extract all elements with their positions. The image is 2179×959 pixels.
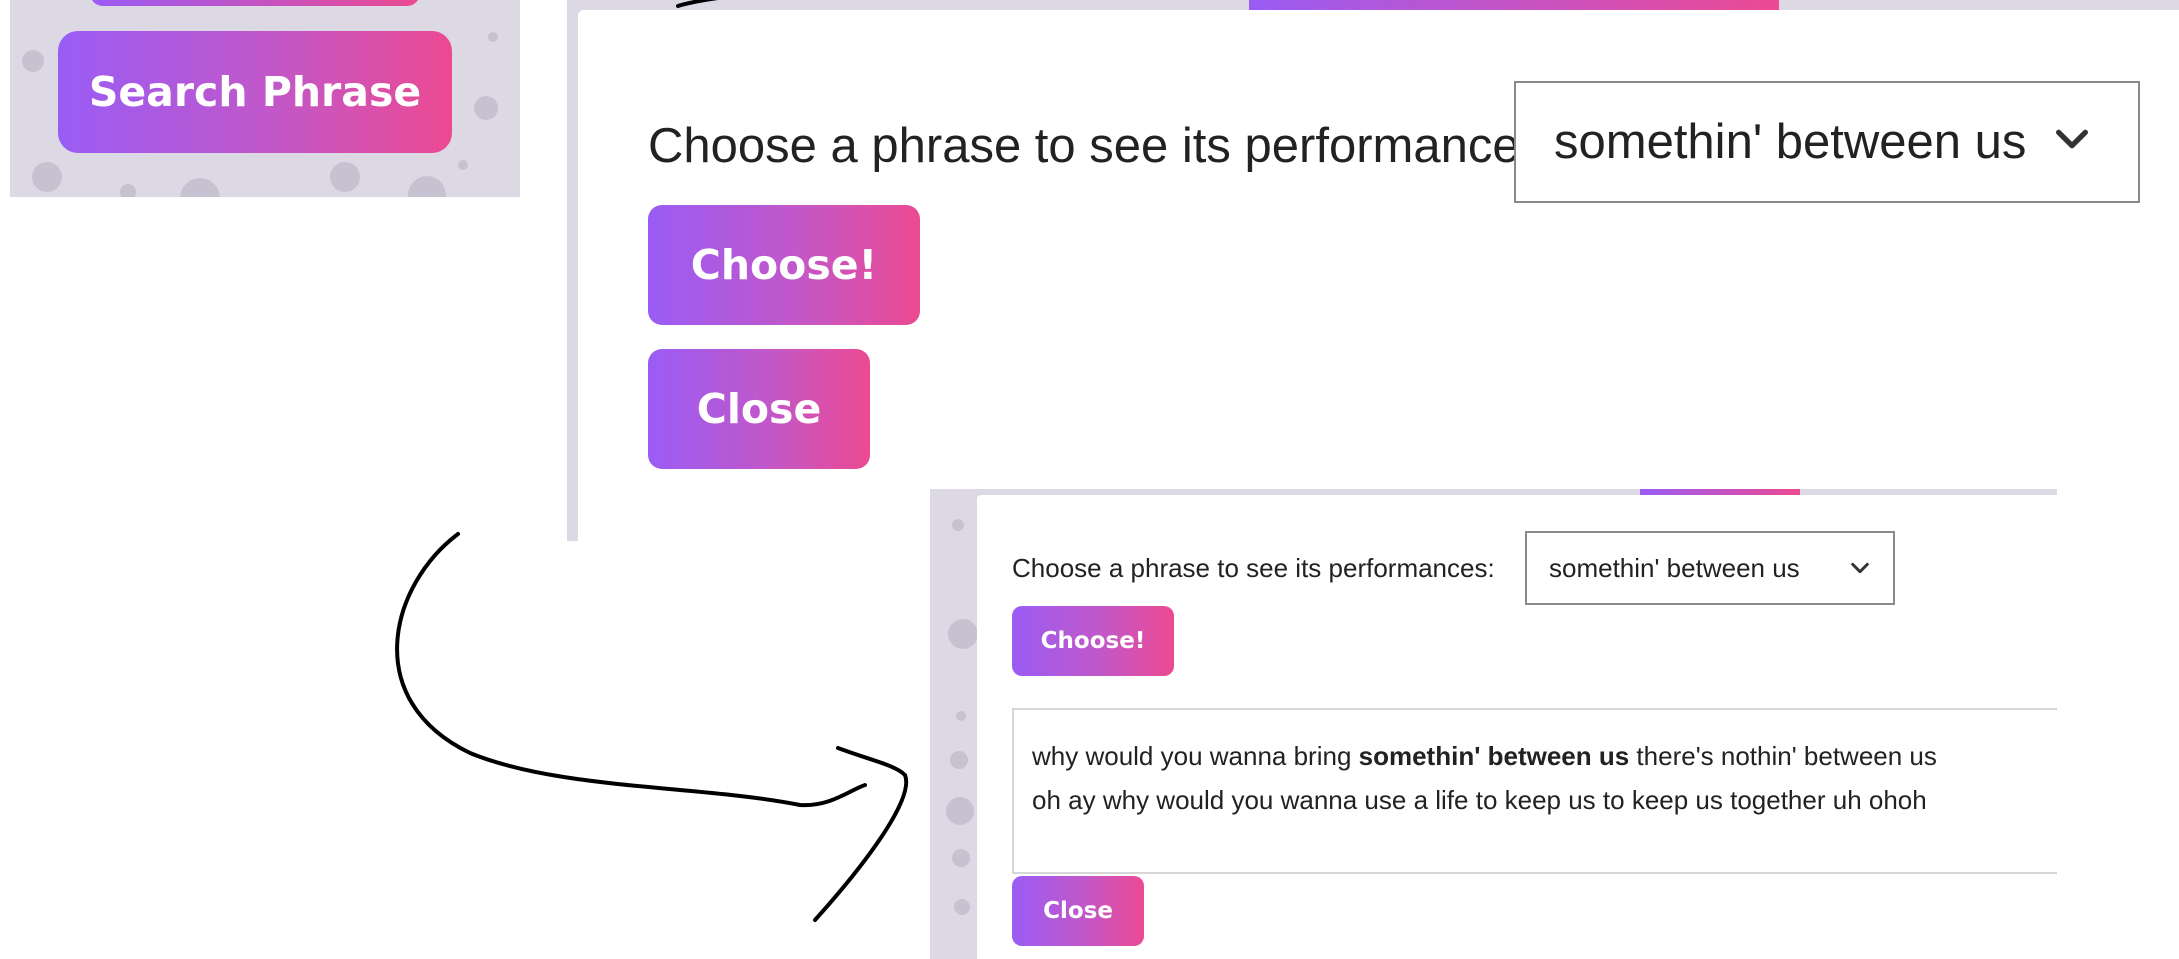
background-dot: [956, 711, 966, 721]
phrase-prompt-label: Choose a phrase to see its performances:: [1012, 553, 1495, 583]
close-button[interactable]: Close: [1012, 876, 1144, 946]
chevron-down-icon: [1851, 562, 1869, 574]
background-dot: [120, 184, 136, 197]
result-line-2: oh ay why would you wanna use a life to …: [1032, 785, 1927, 815]
phrase-prompt-label: Choose a phrase to see its performances:: [648, 119, 1558, 173]
phrase-chooser-zoomed: Choose a phrase to see its performances:…: [567, 0, 2179, 541]
search-phrase-button[interactable]: Search Phrase: [58, 31, 452, 153]
background-dot: [952, 849, 970, 867]
background-dot: [180, 178, 220, 197]
background-dot: [946, 797, 974, 825]
background-dot: [458, 160, 468, 170]
background-dot: [32, 162, 62, 192]
result-text: why would you wanna bring: [1032, 741, 1359, 771]
phrase-select[interactable]: somethin' between us: [1525, 531, 1895, 605]
background-dot: [22, 50, 44, 72]
background-dot: [488, 32, 498, 42]
selected-phrase: somethin' between us: [1549, 552, 1800, 583]
background-dot: [474, 96, 498, 120]
close-button[interactable]: Close: [648, 349, 870, 469]
chevron-down-icon: [2056, 129, 2088, 149]
result-text: there's nothin' between us: [1629, 741, 1937, 771]
background-dot: [950, 751, 968, 769]
search-panel-crop: Search Phrase: [10, 0, 520, 197]
selected-phrase: somethin' between us: [1554, 115, 2027, 169]
phrase-modal: Choose a phrase to see its performances:…: [578, 10, 2179, 541]
background-dot: [952, 519, 964, 531]
button-above-edge: [90, 0, 420, 6]
button-behind-edge: [1249, 0, 1779, 10]
background-dot: [954, 899, 970, 915]
phrase-result-modal-crop: Choose a phrase to see its performances:…: [930, 489, 2057, 959]
phrase-select[interactable]: somethin' between us: [1514, 81, 2140, 203]
highlighted-phrase: somethin' between us: [1358, 741, 1630, 771]
background-dot: [408, 176, 446, 197]
choose-button[interactable]: Choose!: [648, 205, 920, 325]
result-line-1: why would you wanna bring somethin' betw…: [1032, 734, 2057, 778]
background-dot: [948, 619, 978, 649]
performance-result-box: why would you wanna bring somethin' betw…: [1012, 708, 2057, 874]
background-dot: [330, 162, 360, 192]
choose-button[interactable]: Choose!: [1012, 606, 1174, 676]
